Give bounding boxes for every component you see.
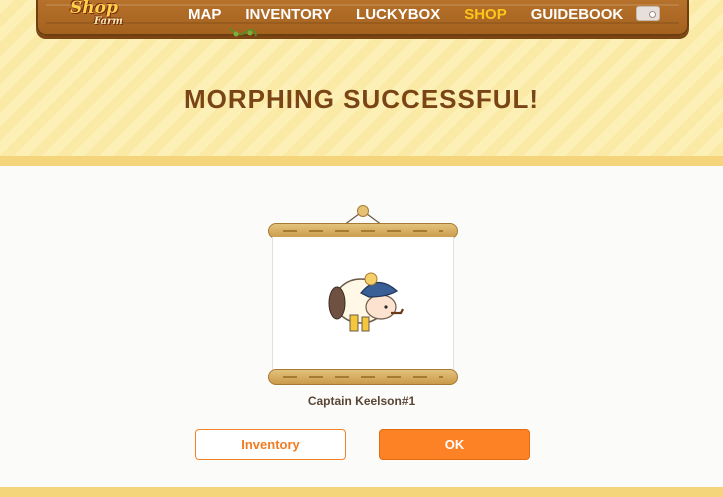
hero-border bbox=[0, 156, 723, 166]
nav-item-inventory[interactable]: INVENTORY bbox=[245, 4, 332, 28]
scroll-rod-bottom bbox=[268, 369, 458, 385]
nav-item-shop[interactable]: SHOP bbox=[464, 4, 507, 28]
nav-menu: MAP INVENTORY LUCKYBOX SHOP GUIDEBOOK bbox=[188, 4, 647, 28]
sheep-captain-icon bbox=[328, 272, 404, 332]
character-scroll-frame bbox=[268, 204, 458, 388]
character-name: Captain Keelson#1 bbox=[307, 394, 416, 408]
page-title: MORPHING SUCCESSFUL! bbox=[183, 84, 540, 114]
footer-band bbox=[0, 487, 723, 497]
vine-decoration-icon bbox=[229, 27, 257, 37]
top-nav: Shop Farm MAP INVENTORY LUCKYBOX SHOP GU… bbox=[36, 0, 689, 36]
inventory-button[interactable]: Inventory bbox=[195, 429, 346, 460]
wallet-icon[interactable] bbox=[636, 6, 660, 21]
game-logo[interactable]: Shop Farm bbox=[68, 0, 148, 32]
nav-item-map[interactable]: MAP bbox=[188, 4, 221, 28]
ok-button[interactable]: OK bbox=[379, 429, 530, 460]
nav-item-guidebook[interactable]: GUIDEBOOK bbox=[531, 4, 624, 28]
character-card bbox=[272, 237, 454, 371]
nav-item-luckybox[interactable]: LUCKYBOX bbox=[356, 4, 440, 28]
